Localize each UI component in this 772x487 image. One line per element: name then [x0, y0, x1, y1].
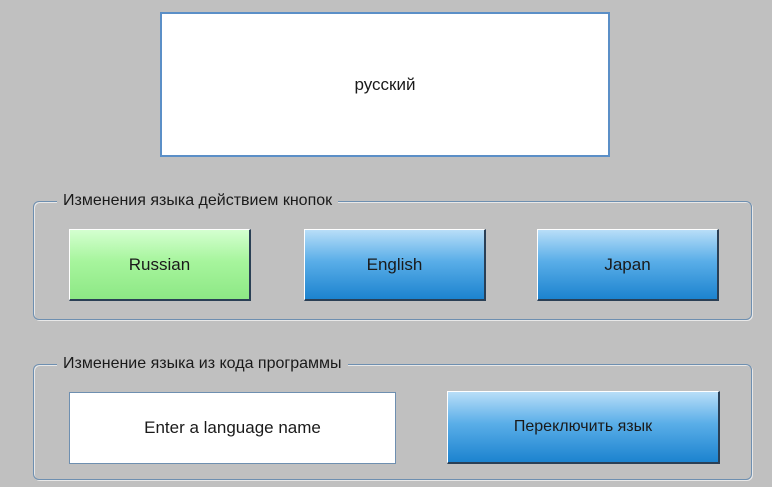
russian-button[interactable]: Russian	[69, 229, 251, 301]
language-display-text: русский	[354, 74, 416, 94]
button-language-group-legend: Изменения языка действием кнопок	[57, 191, 339, 211]
english-button-label: English	[366, 254, 423, 274]
english-button[interactable]: English	[304, 229, 486, 301]
code-language-group-legend: Изменение языка из кода программы	[57, 354, 348, 374]
switch-language-button[interactable]: Переключить язык	[447, 391, 720, 464]
button-language-group: Изменения языка действием кнопок Russian…	[33, 191, 752, 320]
switch-language-button-label: Переключить язык	[513, 418, 653, 435]
japan-button[interactable]: Japan	[537, 229, 719, 301]
japan-button-label: Japan	[604, 254, 651, 274]
language-name-input[interactable]	[69, 392, 396, 464]
russian-button-label: Russian	[128, 254, 191, 274]
language-display: русский	[160, 12, 610, 157]
code-language-group: Изменение языка из кода программы Перекл…	[33, 354, 752, 480]
